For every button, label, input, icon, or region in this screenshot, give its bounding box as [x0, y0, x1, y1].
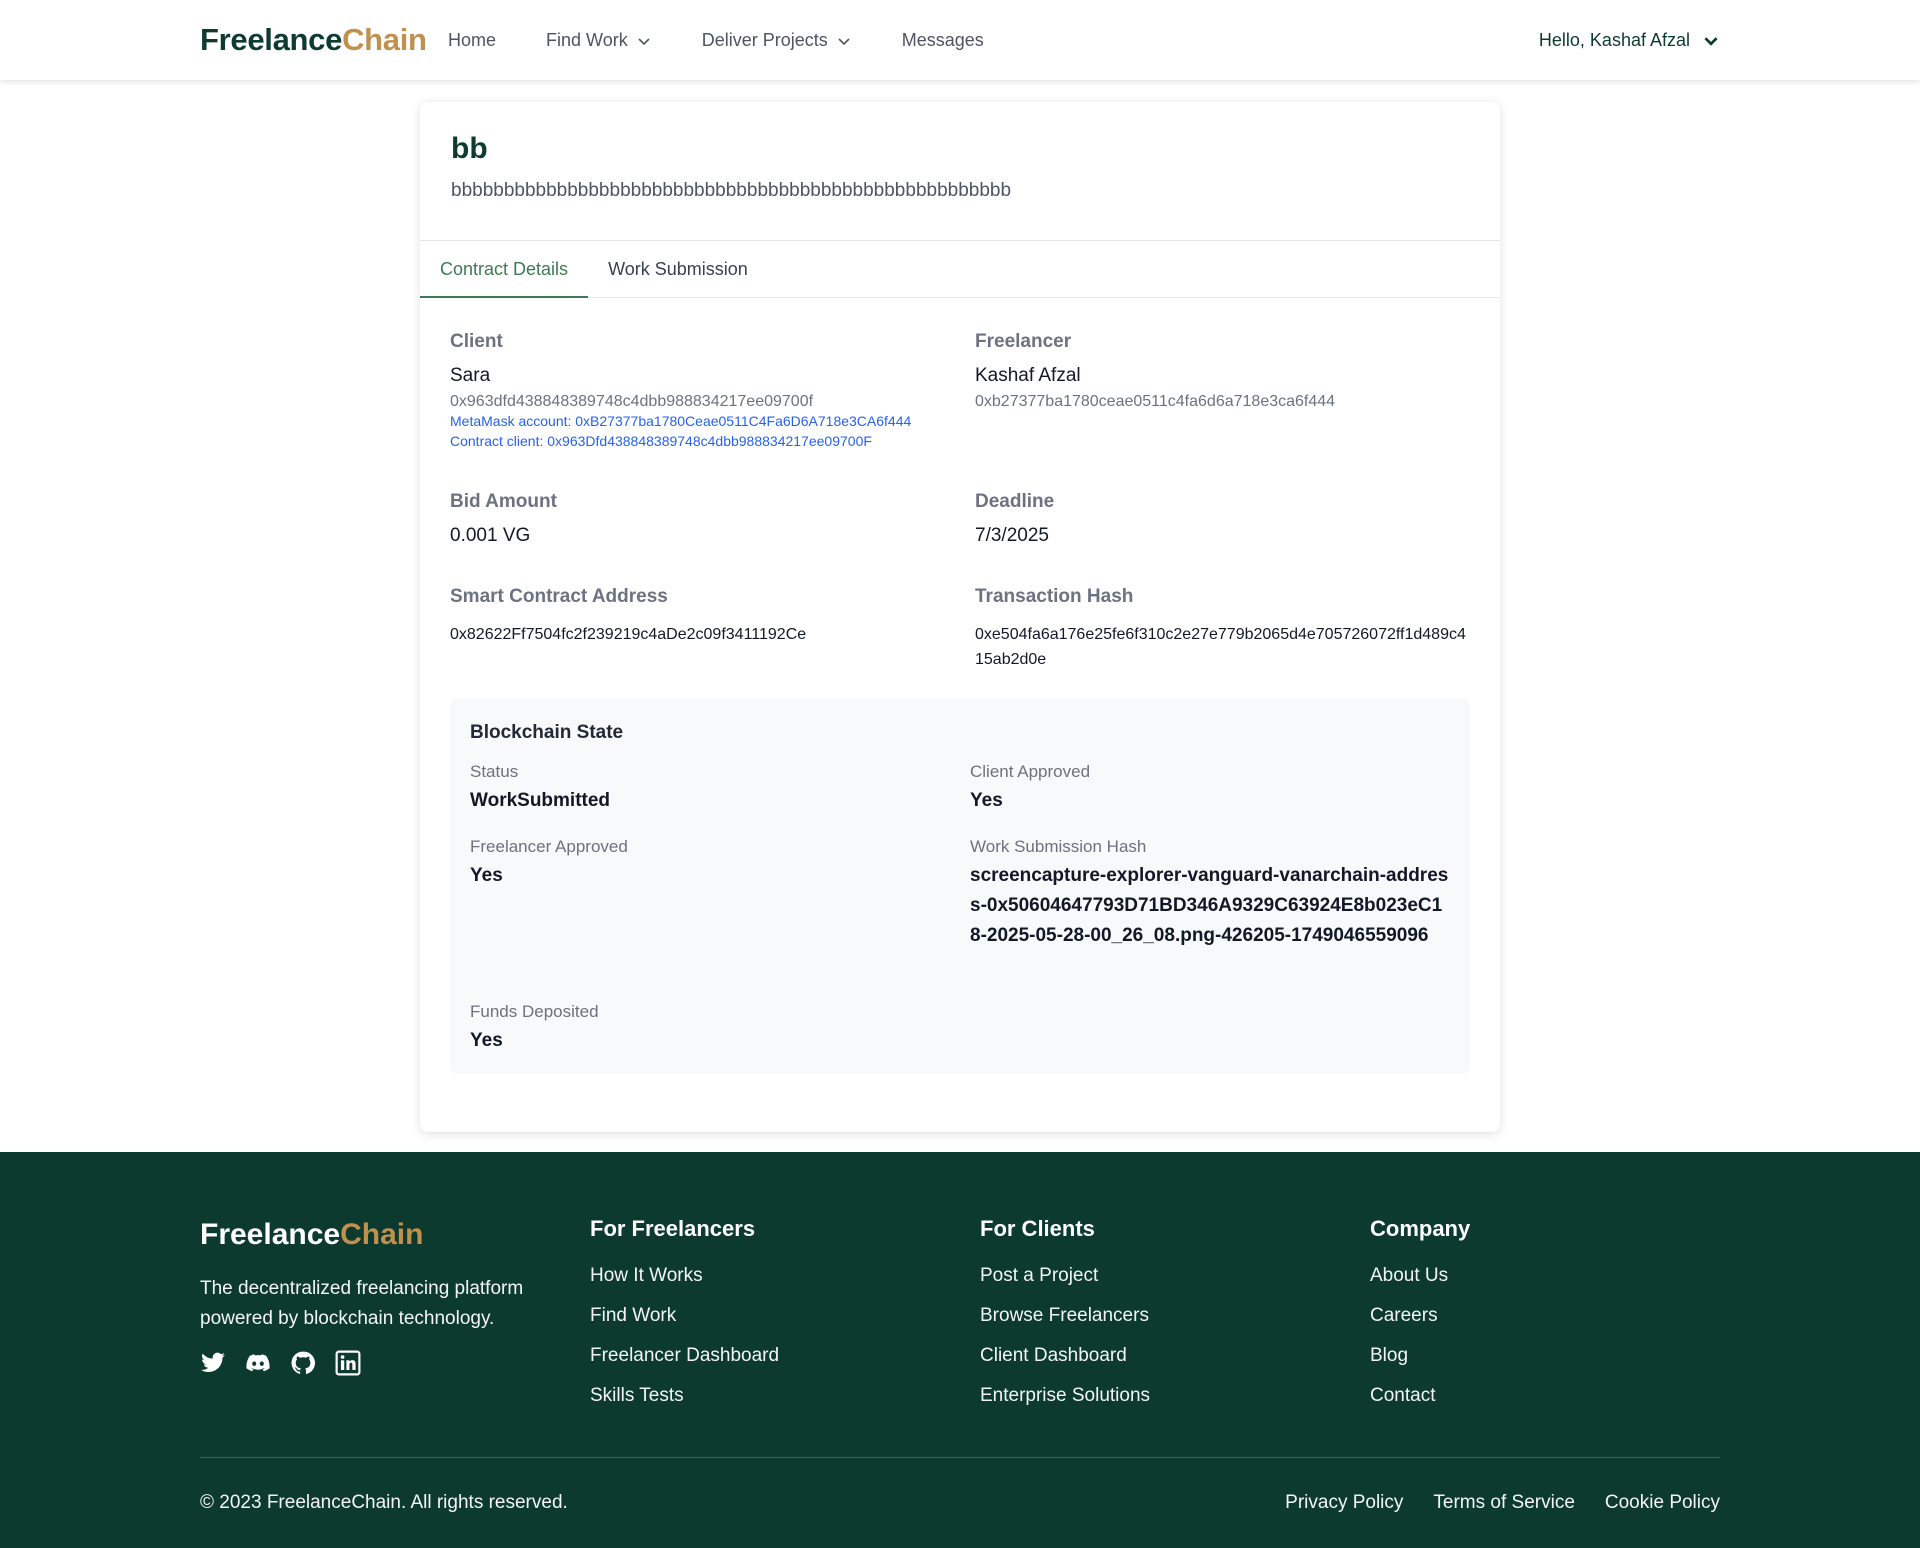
freelancer-address: 0xb27377ba1780ceae0511c4fa6d6a718e3ca6f4… — [975, 393, 1336, 410]
bid-section: Bid Amount 0.001 VG — [450, 491, 950, 547]
nav-deliver-projects-label: Deliver Projects — [701, 30, 828, 50]
client-name: Sara — [450, 365, 491, 386]
deadline-label: Deadline — [975, 491, 1055, 512]
funds-deposited-label: Funds Deposited — [470, 1002, 599, 1021]
logo-text-part2: Chain — [342, 22, 427, 57]
footer-link-about-us[interactable]: About Us — [1370, 1264, 1470, 1304]
blockchain-state-title: Blockchain State — [470, 722, 624, 743]
linkedin-icon[interactable] — [335, 1350, 361, 1376]
footer-col-title: For Clients — [980, 1216, 1095, 1241]
blockchain-state-panel: Blockchain State Status WorkSubmitted Cl… — [450, 698, 1470, 1074]
user-menu[interactable]: Hello, Kashaf Afzal — [1539, 30, 1720, 51]
nav-messages-label: Messages — [901, 30, 984, 50]
footer-col-title: For Freelancers — [590, 1216, 756, 1241]
footer-link-browse-freelancers[interactable]: Browse Freelancers — [980, 1304, 1150, 1344]
tab-bar: Contract Details Work Submission — [420, 241, 1500, 298]
bid-label: Bid Amount — [450, 491, 557, 512]
nav-home[interactable]: Home — [448, 30, 496, 51]
project-description: bbbbbbbbbbbbbbbbbbbbbbbbbbbbbbbbbbbbbbbb… — [451, 180, 1012, 201]
work-hash-label: Work Submission Hash — [970, 837, 1147, 856]
footer-col-company: Company About Us Careers Blog Contact — [1370, 1216, 1470, 1424]
nav-deliver-projects[interactable]: Deliver Projects — [702, 30, 852, 51]
client-approved-item: Client Approved Yes — [970, 762, 1450, 816]
footer-tagline: The decentralized freelancing platform p… — [200, 1278, 524, 1329]
status-value: WorkSubmitted — [470, 790, 611, 811]
metamask-account: MetaMask account: 0xB27377ba1780Ceae0511… — [450, 413, 912, 429]
client-approved-value: Yes — [970, 790, 1003, 811]
freelancer-approved-item: Freelancer Approved Yes — [470, 837, 950, 891]
contract-address-section: Smart Contract Address 0x82622Ff7504fc2f… — [450, 586, 950, 647]
contract-address-value: 0x82622Ff7504fc2f239219c4aDe2c09f3411192… — [450, 626, 807, 643]
tx-hash-label: Transaction Hash — [975, 586, 1134, 607]
freelancer-section: Freelancer Kashaf Afzal 0xb27377ba1780ce… — [975, 331, 1475, 411]
funds-deposited-item: Funds Deposited Yes — [470, 1002, 950, 1056]
logo[interactable]: FreelanceChain — [200, 22, 427, 58]
footer-link-careers[interactable]: Careers — [1370, 1304, 1470, 1344]
nav-find-work[interactable]: Find Work — [546, 30, 652, 51]
top-navbar: FreelanceChain Home Find Work Deliver Pr… — [0, 0, 1920, 80]
footer-col-clients: For Clients Post a Project Browse Freela… — [980, 1216, 1150, 1424]
social-links — [200, 1350, 380, 1376]
footer-logo-part2: Chain — [340, 1218, 424, 1251]
chevron-down-icon — [838, 37, 850, 45]
privacy-policy-link[interactable]: Privacy Policy — [1285, 1492, 1403, 1514]
funds-deposited-value: Yes — [470, 1030, 503, 1051]
terms-of-service-link[interactable]: Terms of Service — [1433, 1492, 1574, 1514]
contract-client: Contract client: 0x963Dfd438848389748c4d… — [450, 433, 872, 449]
tx-hash-section: Transaction Hash 0xe504fa6a176e25fe6f310… — [975, 586, 1470, 672]
user-greeting: Hello, Kashaf Afzal — [1538, 30, 1690, 50]
footer-link-freelancer-dashboard[interactable]: Freelancer Dashboard — [590, 1344, 779, 1384]
cookie-policy-link[interactable]: Cookie Policy — [1605, 1492, 1720, 1514]
footer-col-title: Company — [1370, 1216, 1471, 1241]
copyright-text: © 2023 FreelanceChain. All rights reserv… — [200, 1492, 568, 1513]
status-item: Status WorkSubmitted — [470, 762, 950, 816]
nav-find-work-label: Find Work — [546, 30, 628, 50]
footer-link-find-work[interactable]: Find Work — [590, 1304, 779, 1344]
chevron-down-icon — [638, 37, 650, 45]
client-address: 0x963dfd438848389748c4dbb988834217ee0970… — [450, 393, 814, 410]
twitter-icon[interactable] — [200, 1350, 226, 1376]
client-label: Client — [450, 331, 503, 352]
legal-links: Privacy Policy Terms of Service Cookie P… — [1255, 1492, 1720, 1514]
footer-link-enterprise-solutions[interactable]: Enterprise Solutions — [980, 1384, 1150, 1424]
work-hash-item: Work Submission Hash screencapture-explo… — [970, 837, 1450, 951]
freelancer-approved-value: Yes — [470, 865, 503, 886]
github-icon[interactable] — [290, 1350, 316, 1376]
footer-logo[interactable]: FreelanceChain — [200, 1218, 423, 1252]
deadline-section: Deadline 7/3/2025 — [975, 491, 1475, 547]
chevron-down-icon — [1704, 36, 1718, 46]
deadline-value: 7/3/2025 — [975, 525, 1049, 546]
footer-logo-part1: Freelance — [200, 1218, 341, 1251]
footer-link-how-it-works[interactable]: How It Works — [590, 1264, 779, 1304]
main-nav: Home Find Work Deliver Projects Messages — [448, 30, 1034, 51]
project-title: bb — [451, 132, 488, 165]
nav-home-label: Home — [448, 30, 497, 50]
freelancer-approved-label: Freelancer Approved — [470, 837, 628, 856]
footer-link-post-project[interactable]: Post a Project — [980, 1264, 1150, 1304]
card-header: bb bbbbbbbbbbbbbbbbbbbbbbbbbbbbbbbbbbbbb… — [420, 102, 1500, 241]
nav-messages[interactable]: Messages — [902, 30, 984, 51]
logo-text-part1: Freelance — [200, 22, 343, 57]
footer-divider — [200, 1457, 1720, 1458]
tab-work-submission[interactable]: Work Submission — [588, 241, 768, 298]
footer-link-client-dashboard[interactable]: Client Dashboard — [980, 1344, 1150, 1384]
footer: FreelanceChain The decentralized freelan… — [0, 1152, 1920, 1548]
discord-icon[interactable] — [245, 1350, 271, 1376]
footer-link-skills-tests[interactable]: Skills Tests — [590, 1384, 779, 1424]
footer-link-contact[interactable]: Contact — [1370, 1384, 1470, 1424]
tx-hash-value: 0xe504fa6a176e25fe6f310c2e27e779b2065d4e… — [975, 626, 1466, 668]
contract-card: bb bbbbbbbbbbbbbbbbbbbbbbbbbbbbbbbbbbbbb… — [420, 102, 1500, 1132]
client-approved-label: Client Approved — [970, 762, 1091, 781]
tab-contract-details[interactable]: Contract Details — [420, 241, 589, 298]
bid-value: 0.001 VG — [450, 525, 531, 546]
footer-col-freelancers: For Freelancers How It Works Find Work F… — [590, 1216, 779, 1424]
footer-link-blog[interactable]: Blog — [1370, 1344, 1470, 1384]
status-label: Status — [470, 762, 519, 781]
contract-address-label: Smart Contract Address — [450, 586, 668, 607]
freelancer-label: Freelancer — [975, 331, 1072, 352]
freelancer-name: Kashaf Afzal — [975, 365, 1081, 386]
work-hash-value: screencapture-explorer-vanguard-vanarcha… — [970, 865, 1449, 946]
client-section: Client Sara 0x963dfd438848389748c4dbb988… — [450, 331, 950, 451]
